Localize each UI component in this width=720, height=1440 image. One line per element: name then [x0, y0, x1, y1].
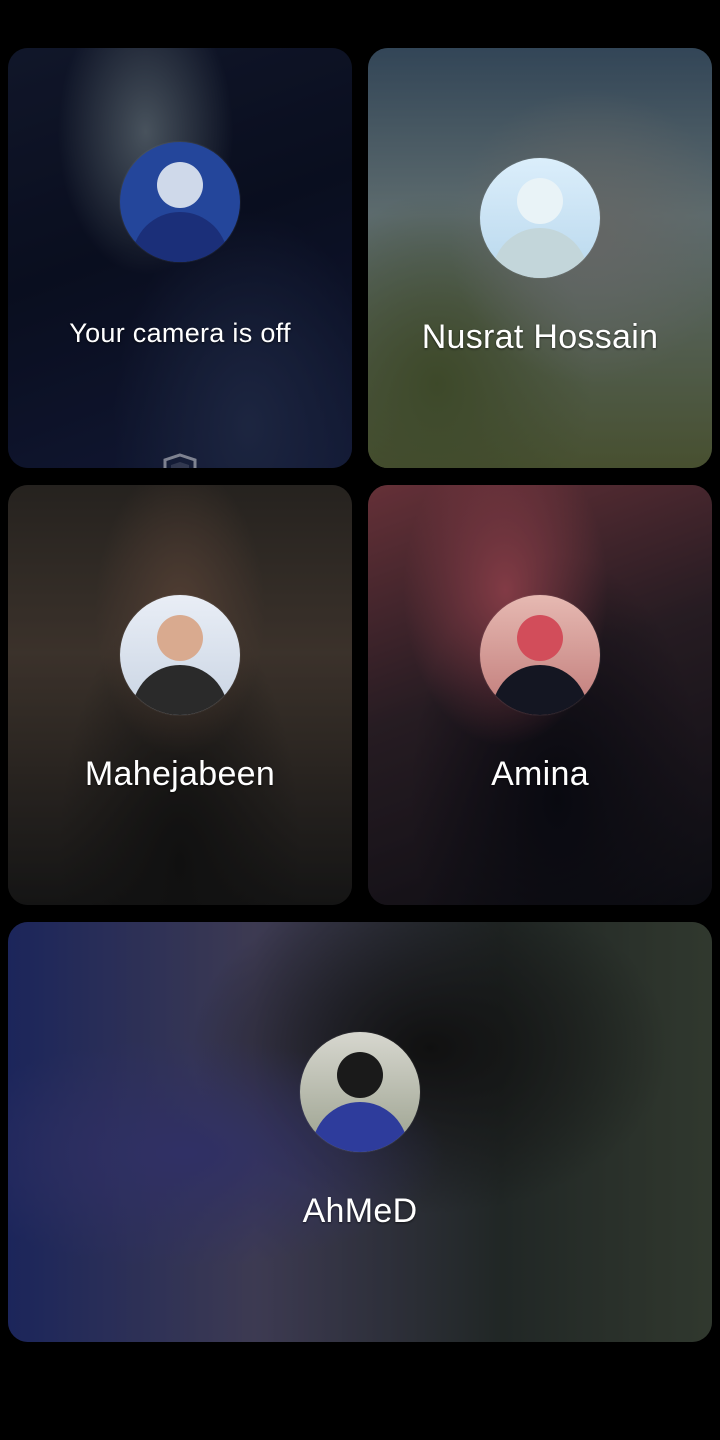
participant-tile-nusrat[interactable]: Nusrat Hossain — [368, 48, 712, 468]
avatar-body — [132, 665, 228, 715]
camera-off-label: Your camera is off — [69, 318, 291, 348]
participant-name: AhMeD — [302, 1192, 418, 1230]
avatar-face — [517, 615, 563, 661]
participant-name: Nusrat Hossain — [421, 318, 659, 356]
participant-avatar — [480, 158, 600, 278]
shield-icon — [163, 453, 197, 468]
avatar-body — [492, 228, 588, 278]
participant-avatar — [120, 142, 240, 262]
avatar-face — [337, 1052, 383, 1098]
participant-tile-mahejabeen[interactable]: Mahejabeen — [8, 485, 352, 905]
participant-name: Mahejabeen — [84, 755, 276, 793]
avatar-body — [312, 1102, 408, 1152]
video-call-grid: Your camera is off Nusrat Hossain Maheja… — [0, 0, 720, 1440]
participant-avatar — [120, 595, 240, 715]
avatar-face — [157, 615, 203, 661]
participant-tile-amina[interactable]: Amina — [368, 485, 712, 905]
participant-avatar — [300, 1032, 420, 1152]
participant-avatar — [480, 595, 600, 715]
avatar-face — [157, 162, 203, 208]
participant-tile-ahmed[interactable]: AhMeD — [8, 922, 712, 1342]
avatar-body — [132, 212, 228, 262]
avatar-face — [517, 178, 563, 224]
participant-tile-self[interactable]: Your camera is off — [8, 48, 352, 468]
avatar-body — [492, 665, 588, 715]
participant-name: Amina — [491, 755, 589, 793]
